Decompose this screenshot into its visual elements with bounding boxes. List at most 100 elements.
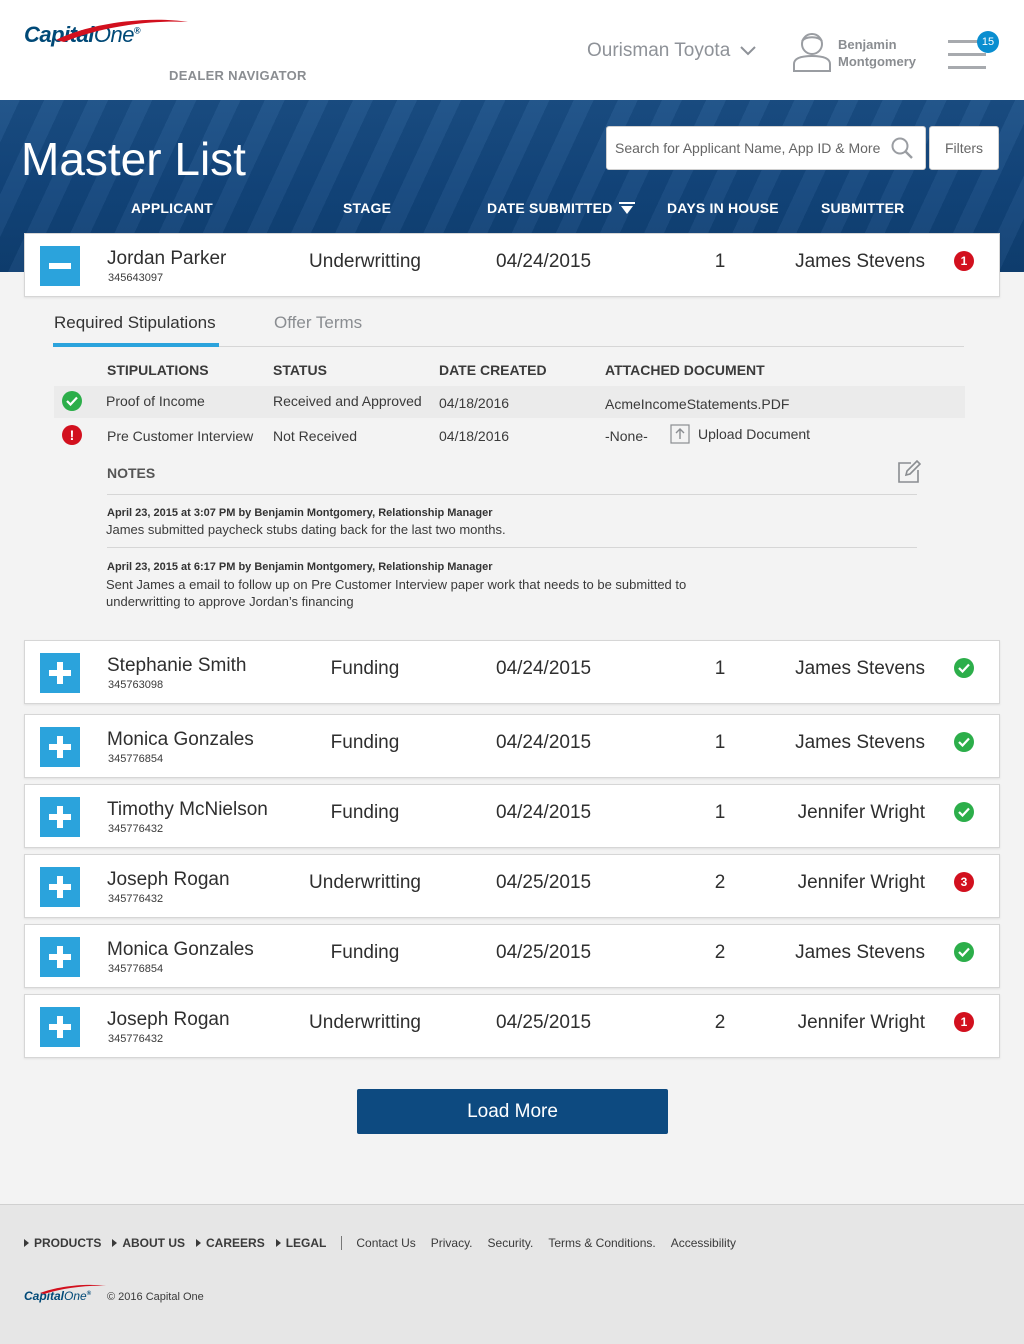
expand-button[interactable] <box>40 727 80 767</box>
upload-document-button[interactable]: Upload Document <box>670 424 810 444</box>
footer-link-privacy[interactable]: Privacy. <box>431 1236 473 1250</box>
check-icon <box>954 732 974 752</box>
column-header-submitter[interactable]: SUBMITTER <box>821 200 904 216</box>
footer-links: PRODUCTS ABOUT US CAREERS LEGAL Contact … <box>24 1236 751 1250</box>
days-in-house: 1 <box>714 658 726 679</box>
check-icon <box>954 802 974 822</box>
notification-badge[interactable]: 15 <box>977 31 999 53</box>
edit-note-icon[interactable] <box>897 460 921 484</box>
footer-logo[interactable]: CapitalOne® <box>24 1284 106 1305</box>
alert-icon: ! <box>62 425 82 445</box>
column-header-date-submitted[interactable]: DATE SUBMITTED <box>487 200 636 216</box>
stage: Underwritting <box>309 251 421 272</box>
alert-count-badge[interactable]: 3 <box>954 872 974 892</box>
applicant-id: 345776432 <box>108 1033 164 1045</box>
stage: Funding <box>330 658 400 679</box>
note-meta: April 23, 2015 at 6:17 PM by Benjamin Mo… <box>107 561 493 573</box>
note-text: Sent James a email to follow up on Pre C… <box>106 577 687 609</box>
applicant-name: Monica Gonzales <box>107 939 254 960</box>
stipulation-date: 04/18/2016 <box>439 395 510 411</box>
applicant-id: 345643097 <box>108 272 164 284</box>
table-row[interactable]: Stephanie Smith 345763098 Funding 04/24/… <box>24 640 1000 704</box>
applicant-id: 345776432 <box>108 893 164 905</box>
divider <box>107 494 917 495</box>
table-row[interactable]: Timothy McNielson 345776432 Funding 04/2… <box>24 784 1000 848</box>
submitter: Jennifer Wright <box>797 872 925 893</box>
copyright: © 2016 Capital One <box>107 1291 204 1303</box>
footer-link-contact-us[interactable]: Contact Us <box>356 1236 415 1250</box>
footer-link-legal[interactable]: LEGAL <box>276 1236 327 1250</box>
tab-offer-terms[interactable]: Offer Terms <box>274 313 362 333</box>
submitter: James Stevens <box>795 942 925 963</box>
note-meta: April 23, 2015 at 3:07 PM by Benjamin Mo… <box>107 507 493 519</box>
search-input[interactable] <box>615 127 885 169</box>
submitter: James Stevens <box>795 658 925 679</box>
stipulation-status: Not Received <box>273 428 358 444</box>
stipulation-status: Received and Approved <box>273 393 422 409</box>
check-icon <box>954 658 974 678</box>
swoosh-icon <box>40 1284 106 1294</box>
expand-button[interactable] <box>40 1007 80 1047</box>
table-row[interactable]: Monica Gonzales 345776854 Funding 04/25/… <box>24 924 1000 988</box>
filters-button[interactable]: Filters <box>929 126 999 170</box>
applicant-id: 345763098 <box>108 679 164 691</box>
search-icon[interactable] <box>890 136 914 160</box>
alert-count-badge[interactable]: 1 <box>954 1012 974 1032</box>
applicant-name: Stephanie Smith <box>107 655 247 676</box>
sort-descending-icon <box>619 202 636 214</box>
footer-link-accessibility[interactable]: Accessibility <box>671 1236 736 1250</box>
date-submitted: 04/24/2015 <box>496 251 592 272</box>
stage: Funding <box>330 942 400 963</box>
footer-link-security[interactable]: Security. <box>488 1236 534 1250</box>
user-avatar-icon[interactable] <box>792 30 832 72</box>
applicant-id: 345776854 <box>108 753 164 765</box>
days-in-house: 2 <box>714 942 726 963</box>
submitter: James Stevens <box>795 251 925 272</box>
detail-tabs: Required Stipulations Offer Terms <box>53 308 964 347</box>
upload-label: Upload Document <box>698 426 811 442</box>
dealer-dropdown[interactable]: Ourisman Toyota <box>587 40 756 62</box>
applicant-name: Joseph Rogan <box>107 869 230 890</box>
stip-header-stipulations: STIPULATIONS <box>107 362 209 378</box>
expand-button[interactable] <box>40 653 80 693</box>
stipulation-date: 04/18/2016 <box>439 428 510 444</box>
footer-link-careers[interactable]: CAREERS <box>196 1236 265 1250</box>
date-submitted: 04/24/2015 <box>496 658 592 679</box>
footer-link-terms[interactable]: Terms & Conditions. <box>548 1236 655 1250</box>
stip-header-attached-document: ATTACHED DOCUMENT <box>605 362 765 378</box>
load-more-button[interactable]: Load More <box>357 1089 668 1134</box>
collapse-button[interactable] <box>40 246 80 286</box>
expand-button[interactable] <box>40 937 80 977</box>
expand-button[interactable] <box>40 867 80 907</box>
applicant-name: Joseph Rogan <box>107 1009 230 1030</box>
column-header-days-in-house[interactable]: DAYS IN HOUSE <box>667 200 779 216</box>
alert-count-badge[interactable]: 1 <box>954 251 974 271</box>
stage: Underwritting <box>309 1012 421 1033</box>
attached-document-link[interactable]: AcmeIncomeStatements.PDF <box>605 396 789 412</box>
user-last-name: Montgomery <box>838 54 916 69</box>
product-name: DEALER NAVIGATOR <box>169 68 307 83</box>
notes-heading: NOTES <box>107 465 156 481</box>
stage: Underwritting <box>309 872 421 893</box>
chevron-down-icon <box>740 46 756 56</box>
stage: Funding <box>330 732 400 753</box>
submitter: James Stevens <box>795 732 925 753</box>
capital-one-logo[interactable]: CapitalOne® <box>24 19 188 48</box>
page-title: Master List <box>21 133 246 185</box>
footer-link-products[interactable]: PRODUCTS <box>24 1236 101 1250</box>
date-submitted: 04/25/2015 <box>496 942 592 963</box>
column-header-date-label: DATE SUBMITTED <box>487 200 613 216</box>
table-row[interactable]: Monica Gonzales 345776854 Funding 04/24/… <box>24 714 1000 778</box>
footer-link-about-us[interactable]: ABOUT US <box>112 1236 185 1250</box>
column-header-stage[interactable]: STAGE <box>343 200 391 216</box>
column-header-applicant[interactable]: APPLICANT <box>131 200 213 216</box>
stipulation-name: Proof of Income <box>106 393 205 409</box>
user-name[interactable]: Benjamin Montgomery <box>838 36 916 70</box>
attached-document-none: -None- <box>605 428 648 444</box>
expand-button[interactable] <box>40 797 80 837</box>
table-row[interactable]: Jordan Parker 345643097 Underwritting 04… <box>24 233 1000 297</box>
table-row[interactable]: Joseph Rogan 345776432 Underwritting 04/… <box>24 854 1000 918</box>
tab-required-stipulations[interactable]: Required Stipulations <box>54 313 216 333</box>
table-row[interactable]: Joseph Rogan 345776432 Underwritting 04/… <box>24 994 1000 1058</box>
date-submitted: 04/24/2015 <box>496 732 592 753</box>
